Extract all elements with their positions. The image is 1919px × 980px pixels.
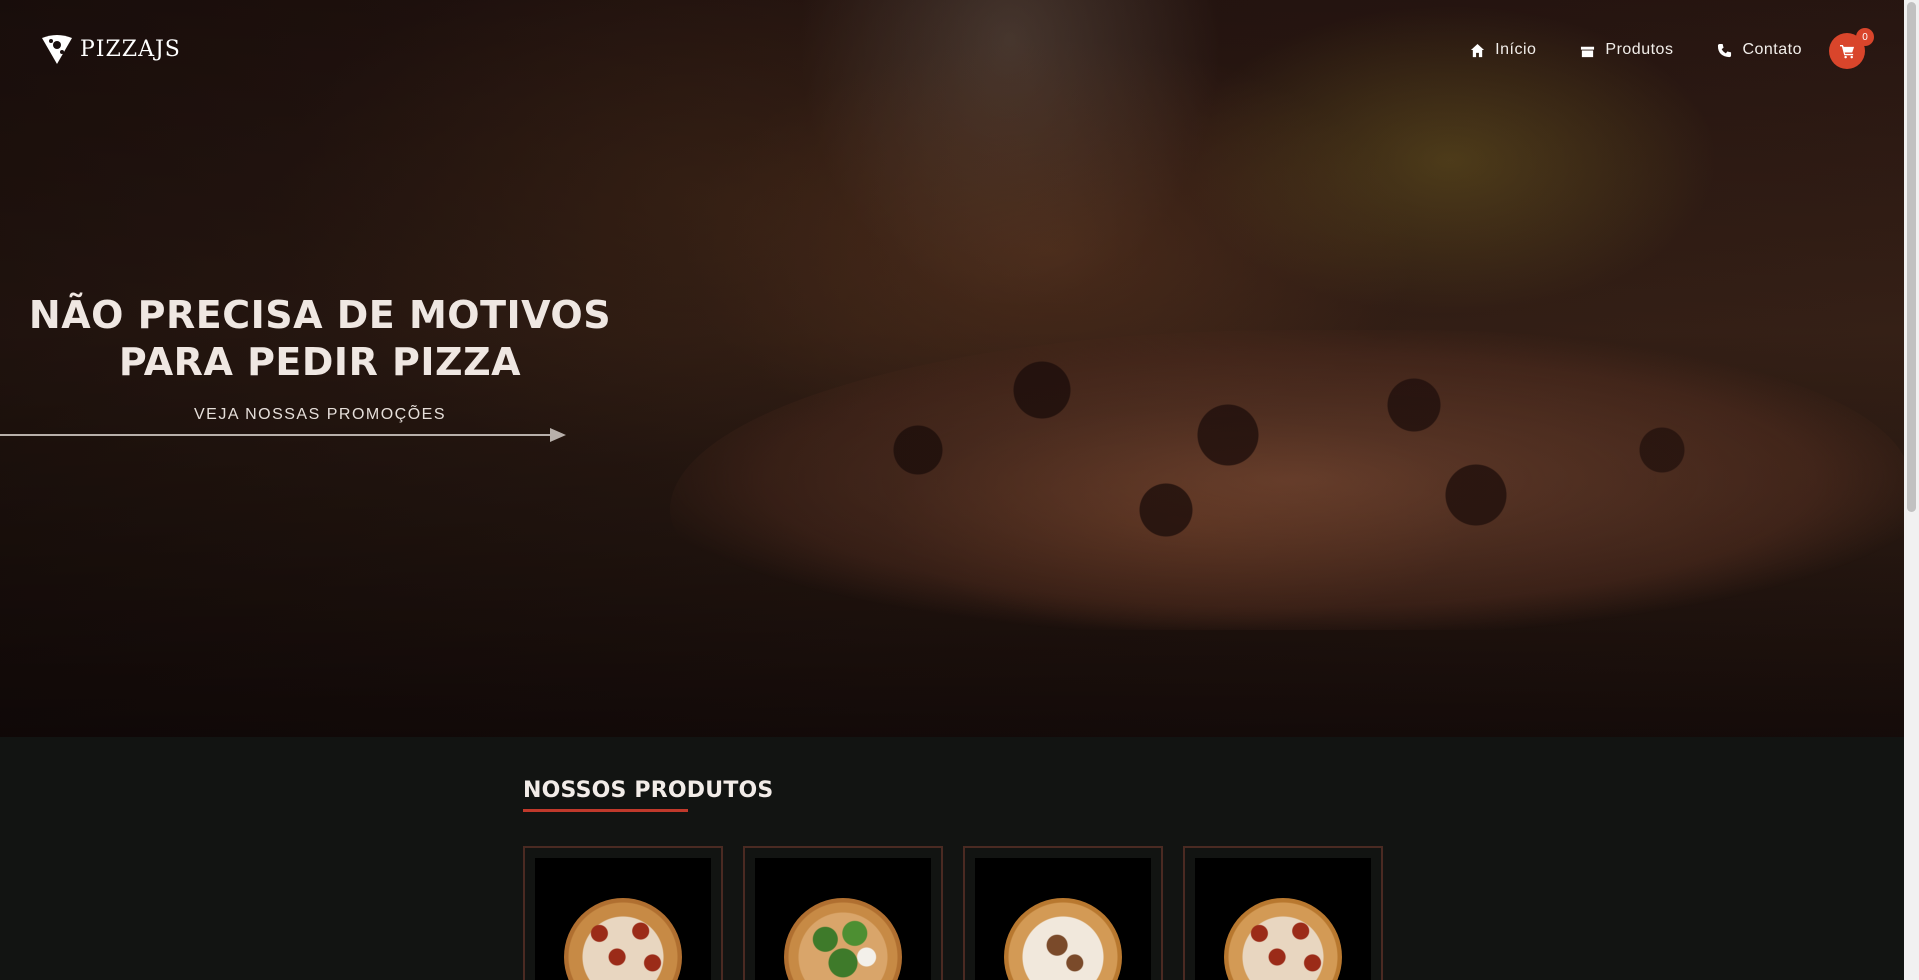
nav-item-contato[interactable]: Contato <box>1717 41 1802 59</box>
cart-icon <box>1839 44 1854 58</box>
product-card[interactable] <box>523 846 723 980</box>
pizza-slice-icon <box>42 35 72 64</box>
hero-title-line2: PARA PEDIR PIZZA <box>118 340 522 384</box>
page-scrollbar[interactable] <box>1904 0 1919 980</box>
nav-label-contato: Contato <box>1742 41 1802 58</box>
box-icon <box>1581 46 1595 57</box>
arrow-right-icon[interactable] <box>0 428 566 442</box>
phone-icon <box>1718 43 1732 57</box>
hero-title: NÃO PRECISA DE MOTIVOS PARA PEDIR PIZZA <box>20 292 620 386</box>
nav-label-inicio: Início <box>1495 41 1537 58</box>
product-image <box>975 858 1151 980</box>
scrollbar-thumb[interactable] <box>1907 2 1916 512</box>
section-title-underline <box>523 809 688 812</box>
brand-name: PIZZAJS <box>80 36 181 62</box>
brand-logo[interactable]: PIZZAJS <box>40 32 181 66</box>
product-image <box>535 858 711 980</box>
cart-count-badge: 0 <box>1856 28 1874 46</box>
product-card[interactable] <box>963 846 1163 980</box>
nav-item-inicio[interactable]: Início <box>1470 41 1536 59</box>
nav-item-produtos[interactable]: Produtos <box>1580 41 1673 59</box>
product-card[interactable] <box>1183 846 1383 980</box>
product-image <box>755 858 931 980</box>
promotions-link[interactable]: VEJA NOSSAS PROMOÇÕES <box>20 406 620 424</box>
hero-title-line1: NÃO PRECISA DE MOTIVOS <box>28 293 612 337</box>
products-section-title: NOSSOS PRODUTOS <box>523 778 774 803</box>
product-image <box>1195 858 1371 980</box>
nav-label-produtos: Produtos <box>1605 41 1674 58</box>
home-icon <box>1471 43 1485 57</box>
product-card[interactable] <box>743 846 943 980</box>
